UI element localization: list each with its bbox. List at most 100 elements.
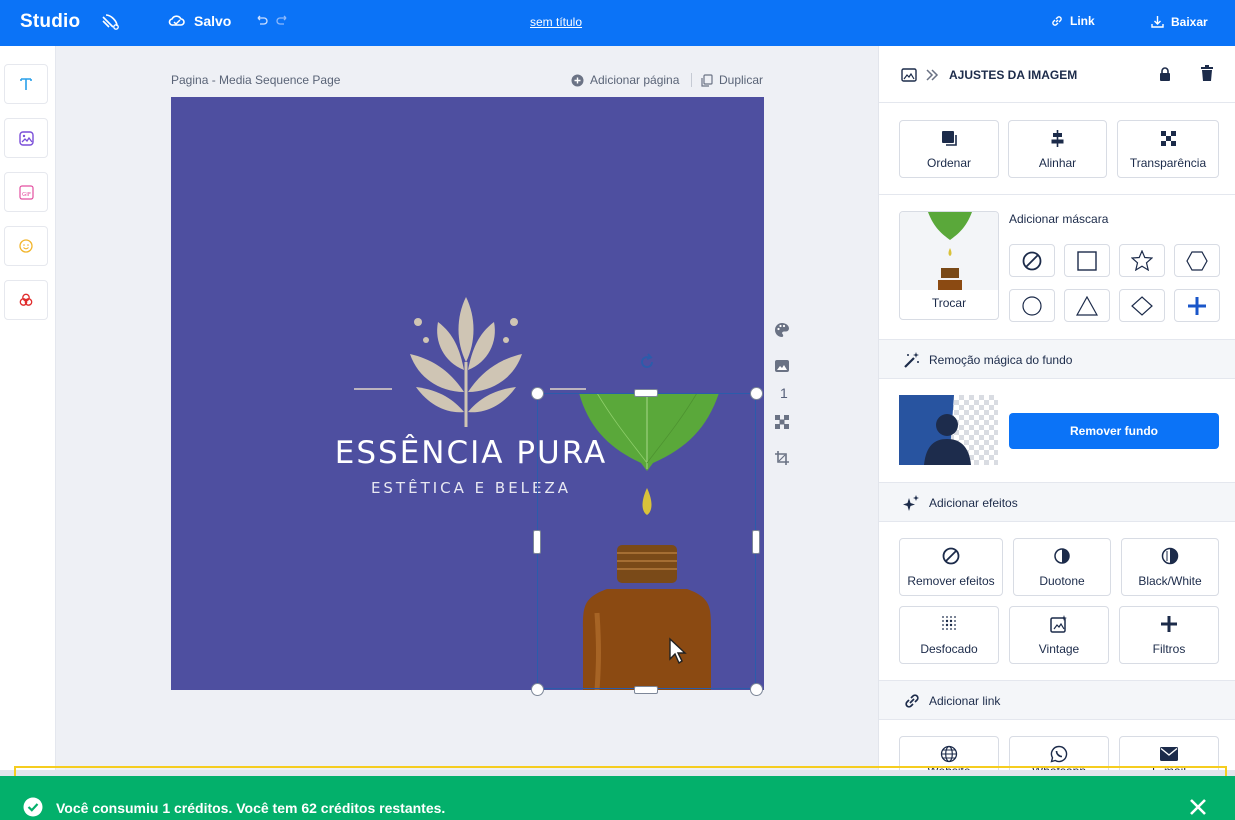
image-thumbnail[interactable]: Trocar xyxy=(899,211,999,320)
half-circle-icon xyxy=(1161,547,1179,565)
close-icon[interactable] xyxy=(1189,798,1207,816)
add-page-button[interactable]: Adicionar página xyxy=(571,73,679,87)
vintage-button[interactable]: Vintage xyxy=(1009,606,1109,664)
effects-tool-button[interactable] xyxy=(4,280,48,320)
link-icon xyxy=(905,694,919,708)
square-icon xyxy=(1077,250,1097,271)
mask-circle-button[interactable] xyxy=(1009,289,1055,322)
text-icon xyxy=(20,78,32,90)
trash-icon[interactable] xyxy=(1200,65,1214,82)
undo-icon[interactable] xyxy=(254,14,268,33)
duotone-button[interactable]: Duotone xyxy=(1013,538,1111,596)
rotate-icon[interactable] xyxy=(637,352,657,372)
black-white-label: Black/White xyxy=(1138,574,1202,588)
redo-icon[interactable] xyxy=(276,14,290,33)
link-header: Adicionar link xyxy=(929,694,1001,708)
blur-label: Desfocado xyxy=(920,642,978,656)
image-sparkle-icon xyxy=(1050,615,1067,633)
mask-more-button[interactable] xyxy=(1174,289,1220,322)
mask-hexagon-button[interactable] xyxy=(1174,244,1220,277)
divider xyxy=(879,194,1235,195)
hexagon-icon xyxy=(1186,250,1208,271)
align-icon xyxy=(1051,130,1064,147)
panel-header: AJUSTES DA IMAGEM xyxy=(879,46,1235,103)
contrast-icon xyxy=(1054,548,1070,564)
resize-handle-right[interactable] xyxy=(752,530,760,554)
page-label: Pagina - Media Sequence Page xyxy=(171,73,341,87)
resize-handle-bottom-right[interactable] xyxy=(750,683,763,696)
globe-icon xyxy=(940,745,958,763)
cloud-icon xyxy=(168,15,185,26)
toast-message: Você consumiu 1 créditos. Você tem 62 cr… xyxy=(56,800,446,816)
canvas-area: Pagina - Media Sequence Page Adicionar p… xyxy=(56,46,878,776)
cast-icon xyxy=(101,13,121,36)
transparency-button[interactable]: Transparência xyxy=(1117,120,1219,178)
checker-icon xyxy=(1160,131,1176,146)
mask-square-button[interactable] xyxy=(1064,244,1110,277)
duplicate-button[interactable]: Duplicar xyxy=(701,73,763,87)
serum-thumbnail-image xyxy=(900,212,998,290)
svg-text:GIF: GIF xyxy=(21,192,30,198)
remove-effects-button[interactable]: Remover efeitos xyxy=(899,538,1003,596)
top-bar: Studio Salvo sem título Link Baixar xyxy=(0,0,1235,46)
filters-button[interactable]: Filtros xyxy=(1119,606,1219,664)
mask-none-button[interactable] xyxy=(1009,244,1055,277)
image-tool-button[interactable] xyxy=(4,118,48,158)
emoji-tool-button[interactable] xyxy=(4,226,48,266)
remove-bg-button[interactable]: Remover fundo xyxy=(1009,413,1219,449)
download-button[interactable]: Baixar xyxy=(1150,14,1208,29)
resize-handle-bottom-left[interactable] xyxy=(531,683,544,696)
text-tool-button[interactable] xyxy=(4,64,48,104)
effects-header: Adicionar efeitos xyxy=(929,496,1018,510)
remove-effects-label: Remover efeitos xyxy=(907,574,995,588)
image-icon xyxy=(901,68,917,82)
app-brand[interactable]: Studio xyxy=(20,11,80,33)
star-icon xyxy=(1131,250,1153,271)
black-white-button[interactable]: Black/White xyxy=(1121,538,1219,596)
document-title[interactable]: sem título xyxy=(530,15,582,29)
divider xyxy=(691,73,692,87)
effects-section: Adicionar efeitos xyxy=(879,482,1235,522)
plus-icon xyxy=(1188,296,1206,315)
bg-removal-section: Remoção mágica do fundo xyxy=(879,339,1235,379)
palette-icon[interactable] xyxy=(774,322,790,338)
add-page-label: Adicionar página xyxy=(590,73,680,87)
page-number: 1 xyxy=(780,385,788,401)
transparency-grid-icon[interactable] xyxy=(774,414,790,430)
color-circles-icon xyxy=(19,293,33,306)
tool-sidebar: GIF xyxy=(0,46,56,776)
triangle-icon xyxy=(1076,295,1098,316)
resize-handle-left[interactable] xyxy=(533,530,541,554)
transparency-label: Transparência xyxy=(1129,156,1207,170)
resize-handle-top-left[interactable] xyxy=(531,387,544,400)
save-status[interactable]: Salvo xyxy=(168,13,231,29)
check-circle-icon xyxy=(23,797,43,817)
order-button[interactable]: Ordenar xyxy=(899,120,999,178)
selection-box[interactable] xyxy=(537,393,756,689)
crop-icon[interactable] xyxy=(774,450,790,466)
whatsapp-icon xyxy=(1050,745,1068,763)
link-icon xyxy=(1052,16,1062,26)
image-settings-panel: AJUSTES DA IMAGEM Ordenar Alinhar Transp… xyxy=(878,46,1235,776)
blur-button[interactable]: Desfocado xyxy=(899,606,999,664)
copy-icon xyxy=(701,73,713,87)
swap-image-button[interactable]: Trocar xyxy=(900,296,998,310)
lock-icon[interactable] xyxy=(1158,66,1172,82)
mask-diamond-button[interactable] xyxy=(1119,289,1165,322)
link-label: Link xyxy=(1070,14,1095,28)
sparkles-icon xyxy=(903,495,919,511)
resize-handle-bottom[interactable] xyxy=(634,686,658,694)
link-button[interactable]: Link xyxy=(1050,14,1095,28)
mask-triangle-button[interactable] xyxy=(1064,289,1110,322)
align-button[interactable]: Alinhar xyxy=(1008,120,1107,178)
plus-icon xyxy=(1161,616,1177,632)
image-settings-icon[interactable] xyxy=(774,358,790,374)
add-mask-label: Adicionar máscara xyxy=(1009,212,1109,226)
resize-handle-top-right[interactable] xyxy=(750,387,763,400)
panel-breadcrumb: AJUSTES DA IMAGEM xyxy=(949,68,1078,82)
resize-handle-top[interactable] xyxy=(634,389,658,397)
magic-wand-icon xyxy=(904,352,919,368)
mask-star-button[interactable] xyxy=(1119,244,1165,277)
gif-tool-button[interactable]: GIF xyxy=(4,172,48,212)
emoji-icon xyxy=(19,239,33,253)
